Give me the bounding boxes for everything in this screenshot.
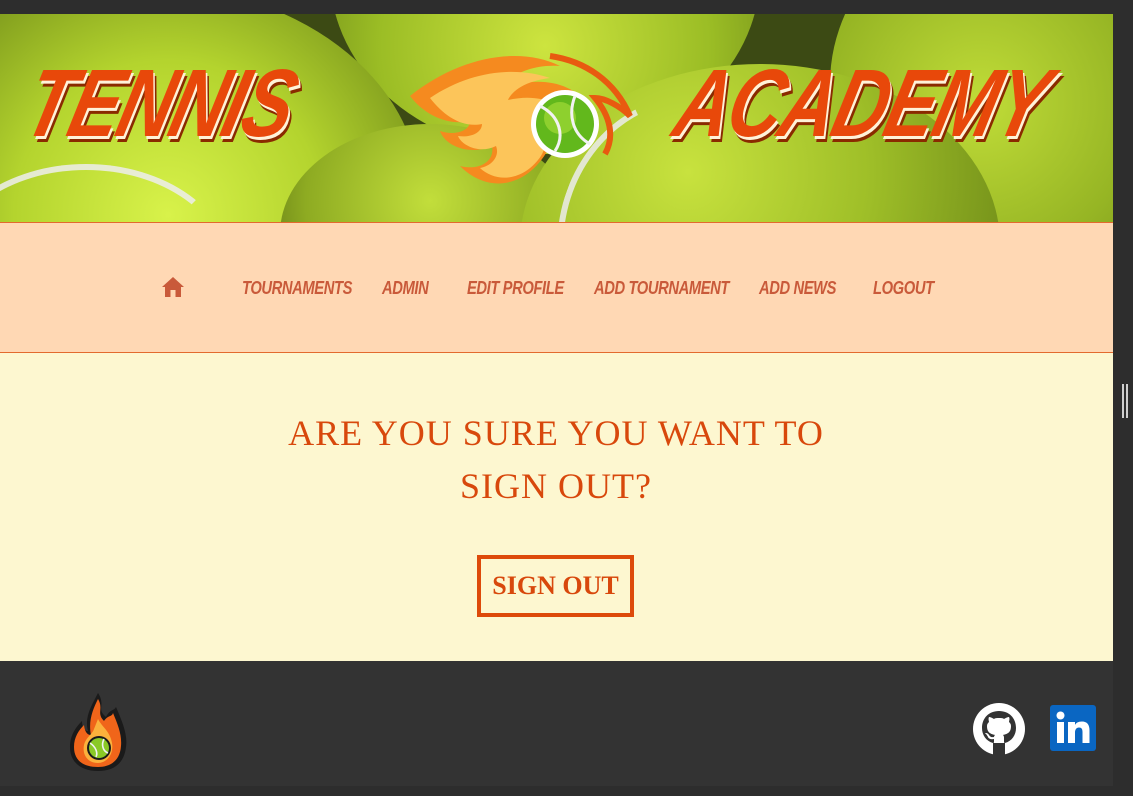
nav-edit-profile-link[interactable]: EDIT PROFILE xyxy=(467,276,564,300)
sign-out-button[interactable]: SIGN OUT xyxy=(477,555,634,617)
nav-logout-link[interactable]: LOGOUT xyxy=(873,276,934,300)
page: TENNIS ACADEMY TOURNAMENTS ADMIN EDIT PR… xyxy=(0,14,1113,786)
home-icon[interactable] xyxy=(160,275,186,299)
banner-title-left: TENNIS xyxy=(14,50,307,157)
github-icon[interactable] xyxy=(973,703,1025,755)
window-top-bar xyxy=(0,0,1133,14)
nav-add-news-link[interactable]: ADD NEWS xyxy=(759,276,836,300)
signout-question: ARE YOU SURE YOU WANT TO SIGN OUT? xyxy=(256,407,856,513)
question-line: SIGN OUT? xyxy=(460,466,652,506)
footer xyxy=(0,661,1113,786)
linkedin-icon[interactable] xyxy=(1050,705,1096,751)
flame-ball-logo-icon[interactable] xyxy=(66,691,130,773)
nav-admin-link[interactable]: ADMIN xyxy=(382,276,429,300)
hero-banner: TENNIS ACADEMY xyxy=(0,14,1113,222)
main-nav: TOURNAMENTS ADMIN EDIT PROFILE ADD TOURN… xyxy=(0,222,1113,353)
window-bottom-bar xyxy=(0,786,1133,796)
flaming-tennis-ball-icon xyxy=(410,53,633,184)
nav-add-tournament-link[interactable]: ADD TOURNAMENT xyxy=(594,276,729,300)
question-line: ARE YOU SURE YOU WANT TO xyxy=(288,413,824,453)
signout-section: ARE YOU SURE YOU WANT TO SIGN OUT? SIGN … xyxy=(0,353,1113,661)
nav-tournaments-link[interactable]: TOURNAMENTS xyxy=(242,276,352,300)
scrollbar-grip[interactable] xyxy=(1122,384,1128,418)
banner-title-right: ACADEMY xyxy=(664,50,1060,157)
